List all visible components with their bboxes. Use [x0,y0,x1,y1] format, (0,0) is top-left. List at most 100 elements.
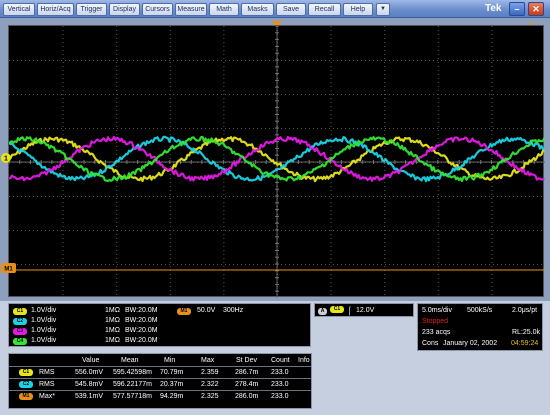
meas-stdev: 286.0m [235,393,259,400]
math-frequency: 300Hz [223,307,244,314]
meas-value: 556.0mV [75,369,104,376]
time-per-point: 2.0μs/pt [512,307,538,314]
ch4-impedance: 1MΩ [105,337,120,344]
ch4-scale: 1.0V/div [31,337,57,344]
table-divider [9,378,311,379]
menu-cursors[interactable]: Cursors [142,3,173,16]
timebase-readout[interactable]: 5.0ms/div 500kS/s 2.0μs/pt Stopped 233 a… [417,303,543,351]
row-badge: C2 [19,381,33,388]
svg-text:1: 1 [4,156,8,163]
header-max: Max [201,357,215,364]
menu-help[interactable]: Help [343,3,373,16]
bottom-panel: C1 1.0V/div 1MΩ BW:20.0M C2 1.0V/div 1MΩ… [0,301,550,415]
table-divider [9,366,311,367]
date-display: January 02, 2002 [443,340,498,347]
channel-settings-readout[interactable]: C1 1.0V/div 1MΩ BW:20.0M C2 1.0V/div 1MΩ… [8,303,311,347]
ch3-badge: C3 [13,328,27,335]
row-badge: M1 [19,393,33,400]
table-divider [9,390,311,391]
meas-max: 2.322 [201,381,219,388]
ch3-impedance: 1MΩ [105,327,120,334]
trigger-readout[interactable]: A C1 ⌠ 12.0V [314,303,414,317]
acq-count: 233 acqs [422,329,451,336]
meas-max: 2.359 [201,369,219,376]
acq-state: Stopped [422,318,449,325]
meas-min: 70.79m [160,369,184,376]
m1-badge: M1 [177,308,191,315]
meas-stdev: 278.4m [235,381,259,388]
meas-name: RMS [39,381,55,388]
trigger-level: 12.0V [356,307,375,314]
waveform-traces [9,135,545,183]
header-min: Min [164,357,176,364]
ch1-badge: C1 [13,308,27,315]
trigger-mode-badge: A [318,308,327,315]
menu-save[interactable]: Save [276,3,306,16]
math-settings-row[interactable]: M1 50.0V 300Hz [177,306,243,315]
header-mean: Mean [121,357,139,364]
meas-value: 539.1mV [75,393,104,400]
ch2-impedance: 1MΩ [105,317,120,324]
measurements-header: Value Mean Min Max St Dev Count Info [9,356,313,365]
ch2-settings-row[interactable]: C2 1.0V/div 1MΩ BW:20.0M [13,316,158,325]
menu-masks[interactable]: Masks [241,3,274,16]
brand-logo: Tek [485,3,502,14]
meas-value: 545.8mV [75,381,104,388]
meas-mean: 577.57718m [113,393,152,400]
meas-count: 233.0 [271,381,289,388]
ch3-scale: 1.0V/div [31,327,57,334]
close-button[interactable]: ✕ [528,2,544,16]
ch2-bandwidth: BW:20.0M [125,317,158,324]
trigger-slope-icon: ⌠ [347,306,352,315]
minimize-button[interactable]: – [509,2,525,16]
meas-mean: 595.42598m [113,369,152,376]
ch2-badge: C2 [13,318,27,325]
meas-count: 233.0 [271,393,289,400]
ch4-trace [9,135,545,182]
math-scale: 50.0V [197,307,216,314]
measurements-table[interactable]: Value Mean Min Max St Dev Count Info C1 … [8,353,312,409]
menu-measure[interactable]: Measure [175,3,207,16]
ch2-scale: 1.0V/div [31,317,57,324]
time-per-div: 5.0ms/div [422,307,452,314]
table-row[interactable]: M1 Max* 539.1mV 577.57718m 94.29m 2.325 … [9,392,313,401]
menu-recall[interactable]: Recall [308,3,341,16]
meas-min: 20.37m [160,381,184,388]
ch1-impedance: 1MΩ [105,307,120,314]
menu-display[interactable]: Display [109,3,140,16]
header-value: Value [82,357,100,364]
meas-max: 2.325 [201,393,219,400]
ch3-settings-row[interactable]: C3 1.0V/div 1MΩ BW:20.0M [13,326,158,335]
meas-name: Max* [39,393,55,400]
menu-dropdown-button[interactable]: ▼ [376,3,390,16]
sample-rate: 500kS/s [467,307,493,314]
m1-offset-marker[interactable]: M1 [0,262,18,274]
menu-math[interactable]: Math [209,3,239,16]
header-count: Count [271,357,290,364]
header-stdev: St Dev [236,357,258,364]
ch1-settings-row[interactable]: C1 1.0V/div 1MΩ BW:20.0M [13,306,158,315]
ch4-settings-row[interactable]: C4 1.0V/div 1MΩ BW:20.0M [13,336,158,345]
table-row[interactable]: C1 RMS 556.0mV 595.42598m 70.79m 2.359 2… [9,368,313,377]
trigger-source-badge: C1 [330,306,344,313]
meas-name: RMS [39,369,55,376]
meas-mean: 596.22177m [113,381,152,388]
ch1-offset-marker[interactable]: 1 [0,152,14,164]
ch4-badge: C4 [13,338,27,345]
ch1-scale: 1.0V/div [31,307,57,314]
meas-min: 94.29m [160,393,184,400]
menu-vertical[interactable]: Vertical [3,3,35,16]
meas-stdev: 286.7m [235,369,259,376]
ch1-bandwidth: BW:20.0M [125,307,158,314]
svg-text:M1: M1 [4,267,13,273]
waveform-graticule[interactable] [8,25,545,298]
record-length: RL:25.0k [512,329,541,336]
row-badge: C1 [19,369,33,376]
menu-trigger[interactable]: Trigger [76,3,107,16]
menu-bar: Vertical Horiz/Acq Trigger Display Curso… [0,0,550,18]
table-row[interactable]: C2 RMS 545.8mV 596.22177m 20.37m 2.322 2… [9,380,313,389]
menu-horiz-acq[interactable]: Horiz/Acq [37,3,74,16]
time-display: 04:59:24 [511,340,539,347]
meas-count: 233.0 [271,369,289,376]
ch4-bandwidth: BW:20.0M [125,337,158,344]
